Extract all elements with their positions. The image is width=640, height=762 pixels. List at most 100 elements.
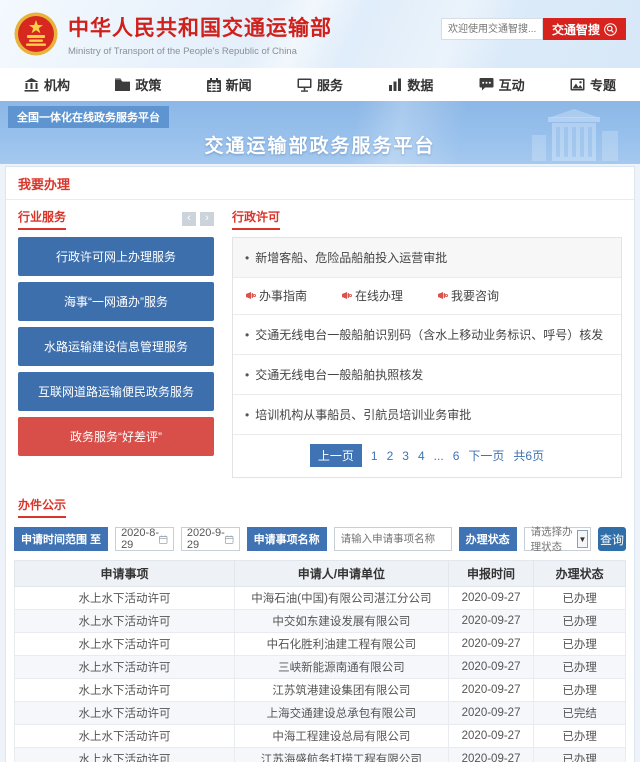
page-number[interactable]: 6 — [453, 449, 460, 463]
cell-date: 2020-09-27 — [448, 633, 534, 656]
cell-status: 已办理 — [534, 748, 626, 762]
status-label: 办理状态 — [459, 527, 517, 551]
picture-icon — [570, 78, 585, 91]
license-item[interactable]: • 交通无线电台一般船舶执照核发 — [233, 355, 621, 395]
online-handle-link[interactable]: 在线办理 — [341, 287, 403, 304]
monitor-icon — [297, 78, 312, 92]
chat-icon — [479, 78, 494, 92]
section-title: 我要办理 — [6, 167, 634, 200]
date-range-label: 申请时间范围 至 — [14, 527, 108, 551]
nav-item-interaction[interactable]: 互动 — [479, 75, 525, 94]
cell-item: 水上水下活动许可 — [15, 633, 235, 656]
license-item-text: 交通无线电台一般船舶识别码（含水上移动业务标识、呼号）核发 — [255, 328, 603, 342]
page-number[interactable]: 1 — [371, 449, 378, 463]
cell-status: 已办理 — [534, 633, 626, 656]
site-title: 中华人民共和国交通运输部 — [68, 12, 332, 42]
header-search: 交通智搜 — [441, 18, 626, 40]
table-row[interactable]: 水上水下活动许可中海石油(中国)有限公司湛江分公司2020-09-27已办理 — [15, 587, 626, 610]
status-select-value: 请选择办理状态 — [531, 524, 577, 554]
table-row[interactable]: 水上水下活动许可三峡新能源南通有限公司2020-09-27已办理 — [15, 656, 626, 679]
service-button-road-transport[interactable]: 互联网道路运输便民政务服务 — [18, 372, 214, 411]
admin-license-title: 行政许可 — [232, 208, 280, 230]
service-button-maritime[interactable]: 海事“一网通办”服务 — [18, 282, 214, 321]
admin-license-column: 行政许可 •新增客船、危险品船舶投入运营审批 办事指南 在线办理 — [232, 208, 622, 478]
cell-status: 已办理 — [534, 679, 626, 702]
license-item[interactable]: •新增客船、危险品船舶投入运营审批 — [233, 238, 621, 278]
cell-applicant: 中交如东建设发展有限公司 — [234, 610, 448, 633]
cell-status: 已办理 — [534, 610, 626, 633]
cell-item: 水上水下活动许可 — [15, 587, 235, 610]
industry-services-column: 行业服务 ‹ › 行政许可网上办理服务 海事“一网通办”服务 水路运输建设信息管… — [18, 208, 214, 478]
nav-item-news[interactable]: 新闻 — [207, 75, 252, 94]
service-button-rating[interactable]: 政务服务“好差评” — [18, 417, 214, 456]
consult-link-label: 我要咨询 — [451, 287, 499, 304]
nav-item-label: 互动 — [499, 75, 525, 94]
cell-date: 2020-09-27 — [448, 725, 534, 748]
search-button-label: 交通智搜 — [552, 21, 600, 38]
guide-icon — [245, 290, 256, 301]
guide-link[interactable]: 办事指南 — [245, 287, 307, 304]
page-number[interactable]: 2 — [387, 449, 394, 463]
cell-item: 水上水下活动许可 — [15, 656, 235, 679]
table-row[interactable]: 水上水下活动许可中交如东建设发展有限公司2020-09-27已办理 — [15, 610, 626, 633]
search-input[interactable] — [441, 18, 543, 40]
table-row[interactable]: 水上水下活动许可中石化胜利油建工程有限公司2020-09-27已办理 — [15, 633, 626, 656]
bullet-icon: • — [245, 251, 249, 265]
cell-applicant: 江苏海盛航务打捞工程有限公司 — [234, 748, 448, 762]
status-select[interactable]: 请选择办理状态 ▼ — [524, 527, 591, 551]
cell-status: 已完结 — [534, 702, 626, 725]
brand-block: 中华人民共和国交通运输部 Ministry of Transport of th… — [68, 12, 332, 57]
next-page-button[interactable]: 下一页 — [468, 447, 504, 464]
page-number[interactable]: 4 — [418, 449, 425, 463]
service-button-license-online[interactable]: 行政许可网上办理服务 — [18, 237, 214, 276]
table-header-row: 申请事项 申请人/申请单位 申报时间 办理状态 — [15, 561, 626, 587]
service-button-waterway-info[interactable]: 水路运输建设信息管理服务 — [18, 327, 214, 366]
main-panel: 我要办理 行业服务 ‹ › 行政许可网上办理服务 海事“一网通办”服务 水路运输… — [5, 166, 635, 762]
notice-table-wrap: 申请事项 申请人/申请单位 申报时间 办理状态 水上水下活动许可中海石油(中国)… — [6, 560, 634, 762]
prev-page-button[interactable]: 上一页 — [310, 444, 362, 467]
calendar-icon — [159, 534, 167, 545]
cell-item: 水上水下活动许可 — [15, 748, 235, 762]
nav-item-data[interactable]: 数据 — [388, 75, 433, 94]
page-number[interactable]: 3 — [402, 449, 409, 463]
nav-item-services[interactable]: 服务 — [297, 75, 343, 94]
guide-link-label: 办事指南 — [259, 287, 307, 304]
license-item[interactable]: •交通无线电台一般船舶识别码（含水上移动业务标识、呼号）核发 — [233, 315, 621, 355]
license-item[interactable]: •培训机构从事船员、引航员培训业务审批 — [233, 395, 621, 435]
date-to-value: 2020-9-29 — [187, 527, 225, 551]
cell-item: 水上水下活动许可 — [15, 725, 235, 748]
bank-icon — [24, 78, 39, 92]
table-row[interactable]: 水上水下活动许可江苏筑港建设集团有限公司2020-09-27已办理 — [15, 679, 626, 702]
nav-item-label: 服务 — [317, 75, 343, 94]
service-platform-banner: 全国一体化在线政务服务平台 交通运输部政务服务平台 — [0, 101, 640, 164]
item-name-input[interactable] — [334, 527, 452, 551]
nav-item-label: 机构 — [44, 75, 70, 94]
table-row[interactable]: 水上水下活动许可上海交通建设总承包有限公司2020-09-27已完结 — [15, 702, 626, 725]
nav-item-label: 数据 — [407, 75, 433, 94]
calendar-icon — [225, 534, 233, 545]
cell-applicant: 中海石油(中国)有限公司湛江分公司 — [234, 587, 448, 610]
page-total: 共6页 — [513, 447, 544, 464]
license-item-text: 交通无线电台一般船舶执照核发 — [255, 368, 423, 382]
bullet-icon: • — [245, 368, 249, 382]
public-notice-title: 办件公示 — [18, 496, 66, 518]
cell-applicant: 三峡新能源南通有限公司 — [234, 656, 448, 679]
carousel-prev-icon[interactable]: ‹ — [182, 212, 196, 226]
cell-applicant: 江苏筑港建设集团有限公司 — [234, 679, 448, 702]
nav-item-policy[interactable]: 政策 — [115, 75, 161, 94]
cell-status: 已办理 — [534, 656, 626, 679]
date-to-input[interactable]: 2020-9-29 — [181, 527, 240, 551]
table-row[interactable]: 水上水下活动许可中海工程建设总局有限公司2020-09-27已办理 — [15, 725, 626, 748]
smart-search-button[interactable]: 交通智搜 — [543, 18, 626, 40]
magnifier-icon — [604, 23, 617, 36]
notice-table: 申请事项 申请人/申请单位 申报时间 办理状态 水上水下活动许可中海石油(中国)… — [14, 560, 626, 762]
cell-date: 2020-09-27 — [448, 656, 534, 679]
nav-item-topics[interactable]: 专题 — [570, 75, 616, 94]
carousel-next-icon[interactable]: › — [200, 212, 214, 226]
item-name-label: 申请事项名称 — [247, 527, 327, 551]
nav-item-orgs[interactable]: 机构 — [24, 75, 70, 94]
table-row[interactable]: 水上水下活动许可江苏海盛航务打捞工程有限公司2020-09-27已办理 — [15, 748, 626, 762]
consult-link[interactable]: 我要咨询 — [437, 287, 499, 304]
query-button[interactable]: 查询 — [598, 527, 626, 551]
date-from-input[interactable]: 2020-8-29 — [115, 527, 174, 551]
